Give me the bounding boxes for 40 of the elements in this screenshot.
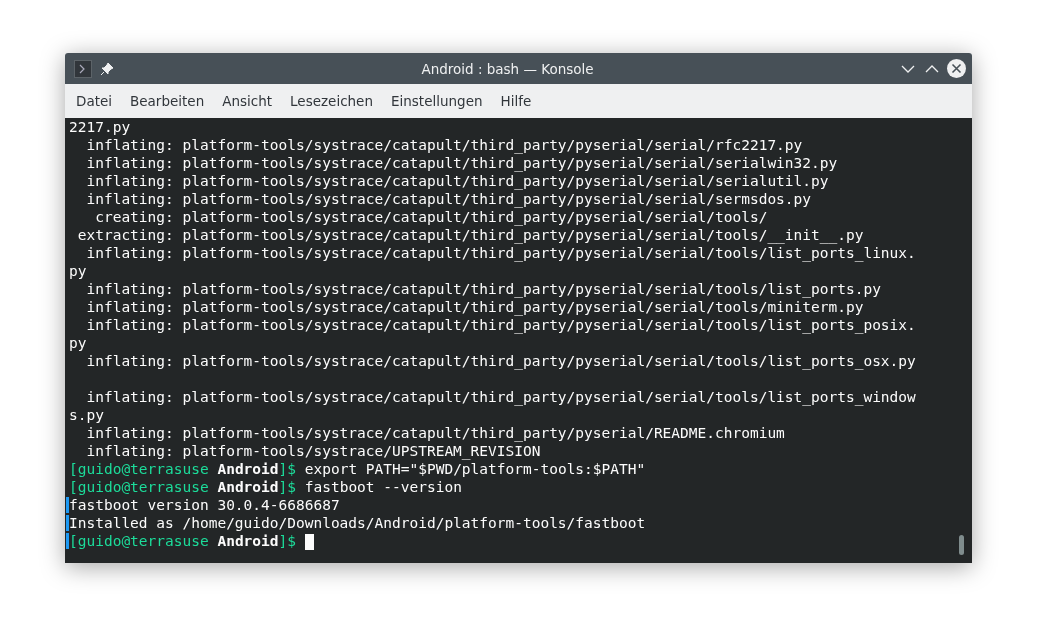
output-line: inflating: platform-tools/systrace/catapult/third_party/pyserial/serial/rfc2217.py	[85, 137, 803, 153]
output-line: inflating: platform-tools/systrace/catapult/third_party/pyserial/serial/tools/list_ports_posix.	[85, 317, 916, 333]
output-line: inflating: platform-tools/systrace/catapult/third_party/pyserial/serial/tools/list_ports.py	[85, 281, 881, 297]
menu-item[interactable]: Lesezeichen	[282, 93, 383, 109]
output-line: inflating: platform-tools/systrace/catapult/third_party/pyserial/README.chromium	[85, 425, 785, 441]
prompt-directory: Android	[217, 533, 279, 549]
prompt-directory: Android	[217, 479, 279, 495]
output-line: inflating: platform-tools/systrace/catapult/third_party/pyserial/serial/serialutil.py	[85, 173, 829, 189]
output-line: inflating: platform-tools/systrace/catapult/third_party/pyserial/serial/tools/list_ports_window	[85, 389, 916, 405]
scrollbar-handle[interactable]	[959, 535, 964, 555]
prompt-directory: Android	[217, 461, 279, 477]
command-text: fastboot --version	[304, 479, 462, 495]
output-line: inflating: platform-tools/systrace/catapult/third_party/pyserial/serial/tools/list_ports_osx.py	[85, 353, 916, 369]
prompt-user: [guido@terrasuse	[69, 461, 209, 477]
prompt-symbol: ]$	[278, 461, 296, 477]
prompt-symbol: ]$	[278, 533, 296, 549]
prompt-user: [guido@terrasuse	[69, 533, 209, 549]
output-line: inflating: platform-tools/systrace/catapult/third_party/pyserial/serial/tools/miniterm.py	[85, 299, 864, 315]
output-line: creating: platform-tools/systrace/catapult/third_party/pyserial/serial/tools/	[94, 209, 768, 225]
output-line: inflating: platform-tools/systrace/UPSTREAM_REVISION	[85, 443, 541, 459]
output-line: py	[69, 335, 87, 351]
output-line: inflating: platform-tools/systrace/catapult/third_party/pyserial/serial/tools/list_ports_linux.	[85, 245, 916, 261]
close-icon[interactable]	[946, 58, 966, 79]
output-line: py	[69, 263, 87, 279]
menu-item[interactable]: Ansicht	[214, 93, 283, 109]
output-line: Installed as /home/guido/Downloads/Android/platform-tools/fastboot	[69, 515, 646, 531]
menu-item[interactable]: Hilfe	[492, 93, 542, 109]
menu-item[interactable]: Einstellungen	[383, 93, 493, 109]
output-line: s.py	[69, 407, 104, 423]
menu-item[interactable]: Datei	[68, 93, 123, 109]
output-line: 2217.py	[69, 119, 131, 135]
window-title: Android : bash — Konsole	[420, 60, 595, 77]
output-line: inflating: platform-tools/systrace/catapult/third_party/pyserial/serial/sermsdos.py	[85, 191, 812, 207]
output-line: inflating: platform-tools/systrace/catapult/third_party/pyserial/serial/serialwin32.py	[85, 155, 838, 171]
prompt-symbol: ]$	[278, 479, 296, 495]
output-line: extracting: platform-tools/systrace/catapult/third_party/pyserial/serial/tools/__init__.py	[76, 227, 864, 243]
output-line: fastboot version 30.0.4-6686687	[69, 497, 340, 513]
menu-item[interactable]: Bearbeiten	[122, 93, 215, 109]
command-text: export PATH="$PWD/platform-tools:$PATH"	[304, 461, 646, 477]
prompt-user: [guido@terrasuse	[69, 479, 209, 495]
